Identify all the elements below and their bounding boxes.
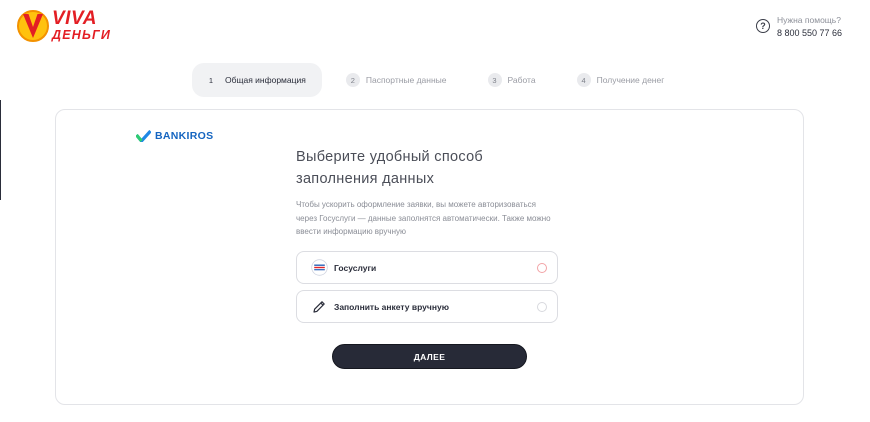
bankiros-check-icon <box>136 130 151 142</box>
form-description-line-1: Чтобы ускорить оформление заявки, вы мож… <box>296 200 537 209</box>
question-circle-icon: ? <box>755 19 770 33</box>
option-radio[interactable] <box>537 302 547 312</box>
option-label: Заполнить анкету вручную <box>334 301 449 312</box>
viva-logo-icon <box>17 10 49 42</box>
help-text: Нужна помощь? 8 800 550 77 66 <box>777 14 842 40</box>
help-label: Нужна помощь? <box>776 15 841 25</box>
step-label: Работа <box>507 75 536 85</box>
form-title: Выберите удобный способ заполнения данны… <box>296 146 556 190</box>
step-label: Общая информация <box>225 75 306 85</box>
header: VIVA ДЕНЬГИ ? Нужна помощь? 8 800 550 77… <box>0 0 870 56</box>
help-block[interactable]: ? Нужна помощь? 8 800 550 77 66 <box>755 14 842 40</box>
option-gosuslugi[interactable]: Госуслуги <box>296 251 558 284</box>
form-card: BANKIROS Выберите удобный способ заполне… <box>55 109 804 405</box>
step-receiving-money[interactable]: 4 Получение денег <box>576 63 665 97</box>
pencil-icon <box>310 298 328 316</box>
step-number: 1 <box>208 75 214 85</box>
form-title-line-2: заполнения данных <box>296 171 435 187</box>
logo-wordmark: VIVA ДЕНЬГИ <box>52 9 111 42</box>
logo-name-bottom: ДЕНЬГИ <box>52 27 112 42</box>
form-description-line-2: через Госуслуги — данные заполнятся авто… <box>296 213 551 223</box>
partner-logo: BANKIROS <box>136 130 213 142</box>
option-label: Госуслуги <box>334 262 377 273</box>
progress-steps: 1 Общая информация 2 Паспортные данные 3… <box>192 63 664 97</box>
form-title-line-1: Выберите удобный способ <box>296 149 484 165</box>
step-number: 4 <box>576 73 591 87</box>
logo-name-top: VIVA <box>52 7 97 29</box>
window-edge-line <box>0 100 1 200</box>
step-number: 2 <box>345 73 360 87</box>
step-label: Получение денег <box>596 75 665 85</box>
next-button[interactable]: ДАЛЕЕ <box>332 344 527 369</box>
help-phone[interactable]: 8 800 550 77 66 <box>777 27 842 40</box>
step-general-info[interactable]: 1 Общая информация <box>192 63 322 97</box>
step-work[interactable]: 3 Работа <box>487 63 536 97</box>
step-label: Паспортные данные <box>365 75 447 85</box>
gosuslugi-icon <box>310 259 328 277</box>
step-passport-data[interactable]: 2 Паспортные данные <box>345 63 447 97</box>
option-fill-manually[interactable]: Заполнить анкету вручную <box>296 290 558 323</box>
form-description-line-3: ввести информацию вручную <box>296 227 406 236</box>
partner-name: BANKIROS <box>155 130 214 142</box>
form-description: Чтобы ускорить оформление заявки, вы мож… <box>296 198 566 239</box>
option-radio[interactable] <box>537 263 547 273</box>
viva-dengi-logo[interactable]: VIVA ДЕНЬГИ <box>16 8 111 42</box>
step-number: 3 <box>487 73 502 87</box>
